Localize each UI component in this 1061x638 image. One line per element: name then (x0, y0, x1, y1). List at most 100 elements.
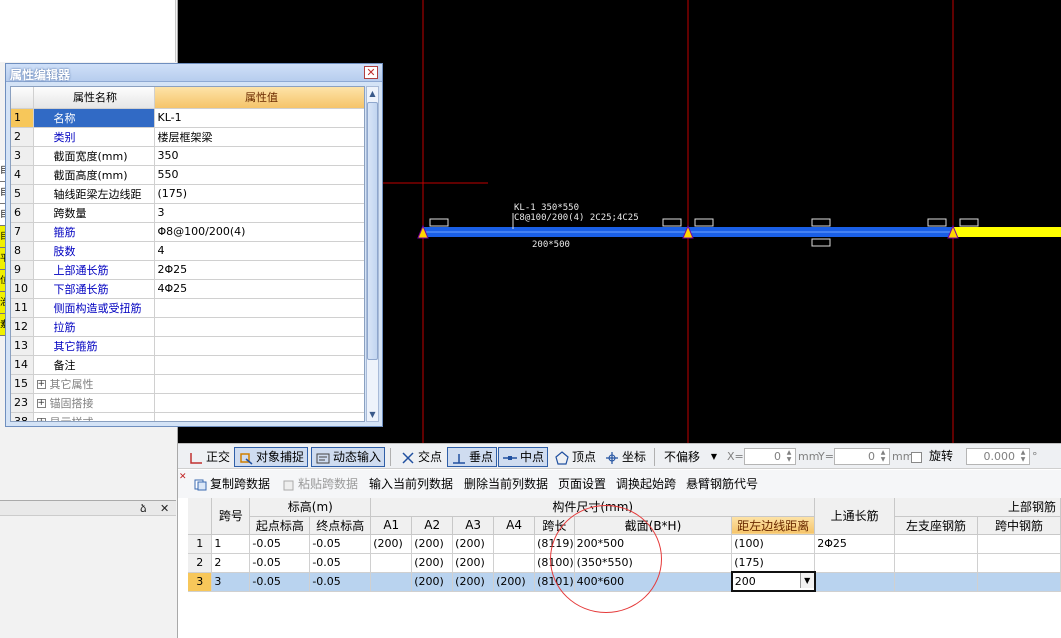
scroll-down-icon[interactable]: ▼ (367, 408, 378, 421)
property-row[interactable]: 38 + 显示样式 (11, 412, 364, 421)
span-row[interactable]: 2 2 -0.05 -0.05 (200) (200) (8100) (350*550) (17… (188, 553, 1061, 573)
cell-section-size[interactable]: (350*550) (574, 553, 733, 573)
property-row[interactable]: 10 下部通长筋 4Φ25 (11, 279, 364, 299)
spin-up-icon[interactable]: ▲ ▼ (784, 449, 794, 463)
cell-left-edge-distance[interactable]: (100) (731, 534, 816, 554)
cell-span-length[interactable]: (8100) (534, 553, 575, 573)
cell-left-support-rebar[interactable] (894, 534, 978, 554)
cell-left-support-rebar[interactable] (894, 572, 978, 592)
property-value[interactable] (154, 412, 364, 421)
property-value[interactable]: KL-1 (154, 108, 364, 128)
property-value[interactable]: 350 (154, 146, 364, 166)
property-row[interactable]: 3 截面宽度(mm) 350 (11, 146, 364, 166)
cell-start-elevation[interactable]: -0.05 (249, 534, 311, 554)
cell-mid-span-rebar[interactable] (977, 572, 1061, 592)
vertex-button[interactable]: 顶点 (550, 447, 600, 467)
cell-section-size[interactable]: 400*600 (574, 572, 733, 592)
ortho-button[interactable]: 正交 (184, 447, 234, 467)
dynamic-input-button[interactable]: 动态输入 (311, 447, 386, 467)
page-setup-button[interactable]: 页面设置 (558, 476, 606, 492)
property-value[interactable]: 4Φ25 (154, 279, 364, 299)
cell-start-elevation[interactable]: -0.05 (249, 572, 311, 592)
property-value[interactable] (154, 393, 364, 413)
property-row[interactable]: 8 肢数 4 (11, 241, 364, 261)
property-value[interactable] (154, 355, 364, 375)
cell-mid-span-rebar[interactable] (977, 534, 1061, 554)
property-row[interactable]: 23 + 锚固搭接 (11, 393, 364, 413)
intersect-button[interactable]: 交点 (396, 447, 446, 467)
property-value[interactable]: 3 (154, 203, 364, 223)
cell-a4[interactable]: (200) (493, 572, 536, 592)
cell-a2[interactable]: (200) (411, 572, 454, 592)
cell-top-long-rebar[interactable] (814, 572, 896, 592)
property-value[interactable]: 550 (154, 165, 364, 185)
property-scrollbar[interactable]: ▲ ▼ (366, 86, 379, 422)
span-row[interactable]: 1 1 -0.05 -0.05 (200) (200) (200) (8119) 200*500… (188, 534, 1061, 554)
spin-arrows-icon[interactable]: ▲ ▼ (1018, 449, 1028, 463)
cell-span-number[interactable]: 1 (211, 534, 251, 554)
panel-close-icon[interactable]: ✕ (179, 473, 187, 482)
cell-a3[interactable]: (200) (452, 553, 495, 573)
property-row[interactable]: 14 备注 (11, 355, 364, 375)
cell-a2[interactable]: (200) (411, 553, 454, 573)
property-value[interactable] (154, 374, 364, 394)
property-row[interactable]: 9 上部通长筋 2Φ25 (11, 260, 364, 280)
property-value[interactable] (154, 336, 364, 356)
cell-end-elevation[interactable]: -0.05 (309, 534, 372, 554)
cell-section-size[interactable]: 200*500 (574, 534, 733, 554)
cell-left-edge-distance[interactable]: 200 ▼ (730, 571, 816, 592)
x-offset-input[interactable]: 0 ▲ ▼ (744, 448, 796, 465)
cell-a1[interactable] (370, 572, 413, 592)
cell-end-elevation[interactable]: -0.05 (309, 572, 372, 592)
cell-span-length[interactable]: (8119) (534, 534, 575, 554)
cell-a2[interactable]: (200) (411, 534, 454, 554)
edit-value[interactable]: 200 (735, 575, 756, 588)
close-icon[interactable]: ✕ (364, 66, 378, 79)
scroll-up-icon[interactable]: ▲ (367, 87, 378, 100)
scroll-thumb[interactable] (367, 102, 378, 360)
property-row[interactable]: 4 截面高度(mm) 550 (11, 165, 364, 185)
panel-close-icon[interactable]: ✕ (160, 501, 169, 516)
expand-plus-icon[interactable]: + (36, 399, 46, 408)
cell-top-long-rebar[interactable]: 2Φ25 (814, 534, 896, 554)
property-value[interactable]: 4 (154, 241, 364, 261)
property-row[interactable]: 12 拉筋 (11, 317, 364, 337)
paste-span-button[interactable]: 粘贴跨数据 (282, 476, 358, 492)
cell-a4[interactable] (493, 553, 536, 573)
coordinate-button[interactable]: 坐标 (600, 447, 650, 467)
y-offset-input[interactable]: 0 ▲ ▼ (834, 448, 890, 465)
cell-a1[interactable]: (200) (370, 534, 413, 554)
property-value[interactable] (154, 298, 364, 318)
cantilever-rebar-button[interactable]: 悬臂钢筋代号 (686, 476, 758, 492)
cell-a4[interactable] (493, 534, 536, 554)
cell-end-elevation[interactable]: -0.05 (309, 553, 372, 573)
cell-a1[interactable] (370, 553, 413, 573)
input-column-button[interactable]: 输入当前列数据 (369, 476, 453, 492)
property-row[interactable]: 5 轴线距梁左边线距 (175) (11, 184, 364, 204)
property-row[interactable]: 7 箍筋 Φ8@100/200(4) (11, 222, 364, 242)
property-row[interactable]: 11 侧面构造或受扭筋 (11, 298, 364, 318)
cell-left-edge-distance[interactable]: (175) (731, 553, 816, 573)
offset-mode-select[interactable]: 不偏移 ▼ (660, 447, 720, 467)
delete-column-button[interactable]: 删除当前列数据 (464, 476, 548, 492)
cell-span-length[interactable]: (8101) (534, 572, 575, 592)
rotate-input[interactable]: 0.000 ▲ ▼ (966, 448, 1030, 465)
expand-plus-icon[interactable]: + (36, 418, 46, 421)
swap-start-span-button[interactable]: 调换起始跨 (616, 476, 676, 492)
cell-top-long-rebar[interactable] (814, 553, 896, 573)
property-value[interactable] (154, 317, 364, 337)
property-value[interactable]: 楼层框架梁 (154, 127, 364, 147)
property-row[interactable]: 15 + 其它属性 (11, 374, 364, 394)
rotate-checkbox[interactable] (911, 452, 922, 463)
cell-a3[interactable]: (200) (452, 534, 495, 554)
property-value[interactable]: Φ8@100/200(4) (154, 222, 364, 242)
midpoint-button[interactable]: 中点 (498, 447, 549, 467)
expand-plus-icon[interactable]: + (36, 380, 46, 389)
perpendicular-button[interactable]: 垂点 (447, 447, 498, 467)
copy-span-button[interactable]: 复制跨数据 (194, 476, 270, 492)
property-row[interactable]: 6 跨数量 3 (11, 203, 364, 223)
property-value[interactable]: 2Φ25 (154, 260, 364, 280)
property-row[interactable]: 13 其它箍筋 (11, 336, 364, 356)
property-value[interactable]: (175) (154, 184, 364, 204)
cell-left-support-rebar[interactable] (894, 553, 978, 573)
